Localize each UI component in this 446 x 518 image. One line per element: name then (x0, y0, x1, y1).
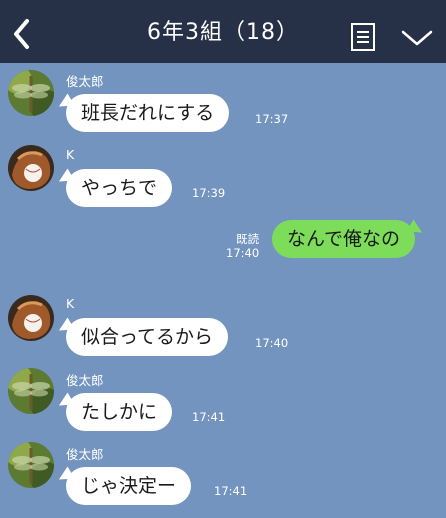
message-time: 17:39 (192, 186, 226, 200)
message-sender: K (66, 296, 75, 311)
dragonfly-avatar-image (8, 442, 54, 488)
dragonfly-avatar-image (8, 70, 54, 116)
message-sender: 俊太郎 (66, 373, 104, 388)
dragonfly-avatar[interactable] (8, 70, 54, 116)
baseball-glove-avatar-image (8, 295, 54, 341)
message-bubble[interactable]: じゃ決定ー (66, 467, 192, 505)
read-label: 既読 (236, 232, 260, 246)
message-sender: K (66, 147, 75, 162)
message-bubble[interactable]: 似合ってるから (66, 318, 229, 356)
chevron-down-icon (401, 30, 433, 46)
chat-title: 6年3組（18） (147, 20, 299, 45)
message-sender: 俊太郎 (66, 447, 104, 462)
notes-icon (351, 23, 375, 51)
message-bubble[interactable]: やっちで (66, 169, 173, 207)
baseball-glove-avatar[interactable] (8, 145, 54, 191)
expand-button[interactable] (400, 28, 434, 48)
read-receipt: 既読 17:40 (226, 232, 259, 260)
dragonfly-avatar-image (8, 368, 54, 414)
message-bubble-outgoing[interactable]: なんで俺なの (272, 220, 416, 258)
dragonfly-avatar[interactable] (8, 368, 54, 414)
message-sender: 俊太郎 (66, 74, 104, 89)
baseball-glove-avatar[interactable] (8, 295, 54, 341)
message-bubble[interactable]: 班長だれにする (66, 94, 230, 132)
message-time: 17:41 (192, 410, 226, 424)
message-bubble[interactable]: たしかに (66, 393, 173, 431)
dragonfly-avatar[interactable] (8, 442, 54, 488)
message-time: 17:40 (226, 246, 260, 260)
message-time: 17:37 (255, 112, 289, 126)
baseball-glove-avatar-image (8, 145, 54, 191)
message-time: 17:41 (214, 484, 248, 498)
chat-header: 6年3組（18） (0, 0, 446, 63)
notes-button[interactable] (350, 22, 378, 52)
message-time: 17:40 (255, 336, 289, 350)
